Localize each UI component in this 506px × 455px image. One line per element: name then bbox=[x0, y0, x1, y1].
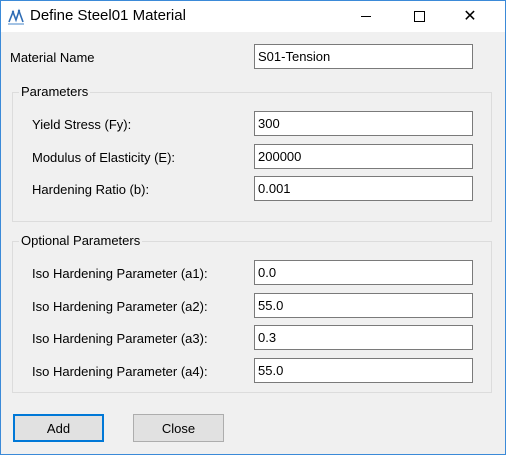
close-icon: ✕ bbox=[463, 7, 477, 25]
modulus-elasticity-label: Modulus of Elasticity (E): bbox=[32, 150, 176, 165]
iso-a4-label: Iso Hardening Parameter (a4): bbox=[32, 364, 208, 379]
yield-stress-label: Yield Stress (Fy): bbox=[32, 117, 132, 132]
material-name-label: Material Name bbox=[10, 50, 95, 65]
material-name-input[interactable]: S01-Tension bbox=[254, 44, 473, 69]
parameters-group-title: Parameters bbox=[19, 84, 91, 99]
maximize-icon bbox=[413, 11, 425, 22]
iso-a2-label: Iso Hardening Parameter (a2): bbox=[32, 299, 208, 314]
add-button-label: Add bbox=[46, 420, 71, 436]
close-window-button[interactable]: ✕ bbox=[447, 1, 493, 32]
iso-a3-label: Iso Hardening Parameter (a3): bbox=[32, 331, 208, 346]
minimize-button[interactable] bbox=[343, 1, 389, 32]
close-button-label: Close bbox=[161, 420, 196, 436]
close-button[interactable]: Close bbox=[133, 414, 224, 442]
iso-a1-input[interactable]: 0.0 bbox=[254, 260, 473, 285]
minimize-icon bbox=[361, 16, 371, 17]
yield-stress-input[interactable]: 300 bbox=[254, 111, 473, 136]
hardening-ratio-input[interactable]: 0.001 bbox=[254, 176, 473, 201]
dialog-window: Define Steel01 Material ✕ Material Name … bbox=[0, 0, 506, 455]
iso-a2-input[interactable]: 55.0 bbox=[254, 293, 473, 318]
maximize-button[interactable] bbox=[396, 1, 442, 32]
iso-a1-label: Iso Hardening Parameter (a1): bbox=[32, 266, 208, 281]
iso-a3-input[interactable]: 0.3 bbox=[254, 325, 473, 350]
title-bar[interactable]: Define Steel01 Material ✕ bbox=[1, 1, 505, 32]
iso-a4-input[interactable]: 55.0 bbox=[254, 358, 473, 383]
app-icon bbox=[7, 8, 25, 26]
optional-parameters-group-title: Optional Parameters bbox=[19, 233, 143, 248]
add-button[interactable]: Add bbox=[13, 414, 104, 442]
modulus-elasticity-input[interactable]: 200000 bbox=[254, 144, 473, 169]
hardening-ratio-label: Hardening Ratio (b): bbox=[32, 182, 150, 197]
window-title: Define Steel01 Material bbox=[30, 7, 186, 24]
